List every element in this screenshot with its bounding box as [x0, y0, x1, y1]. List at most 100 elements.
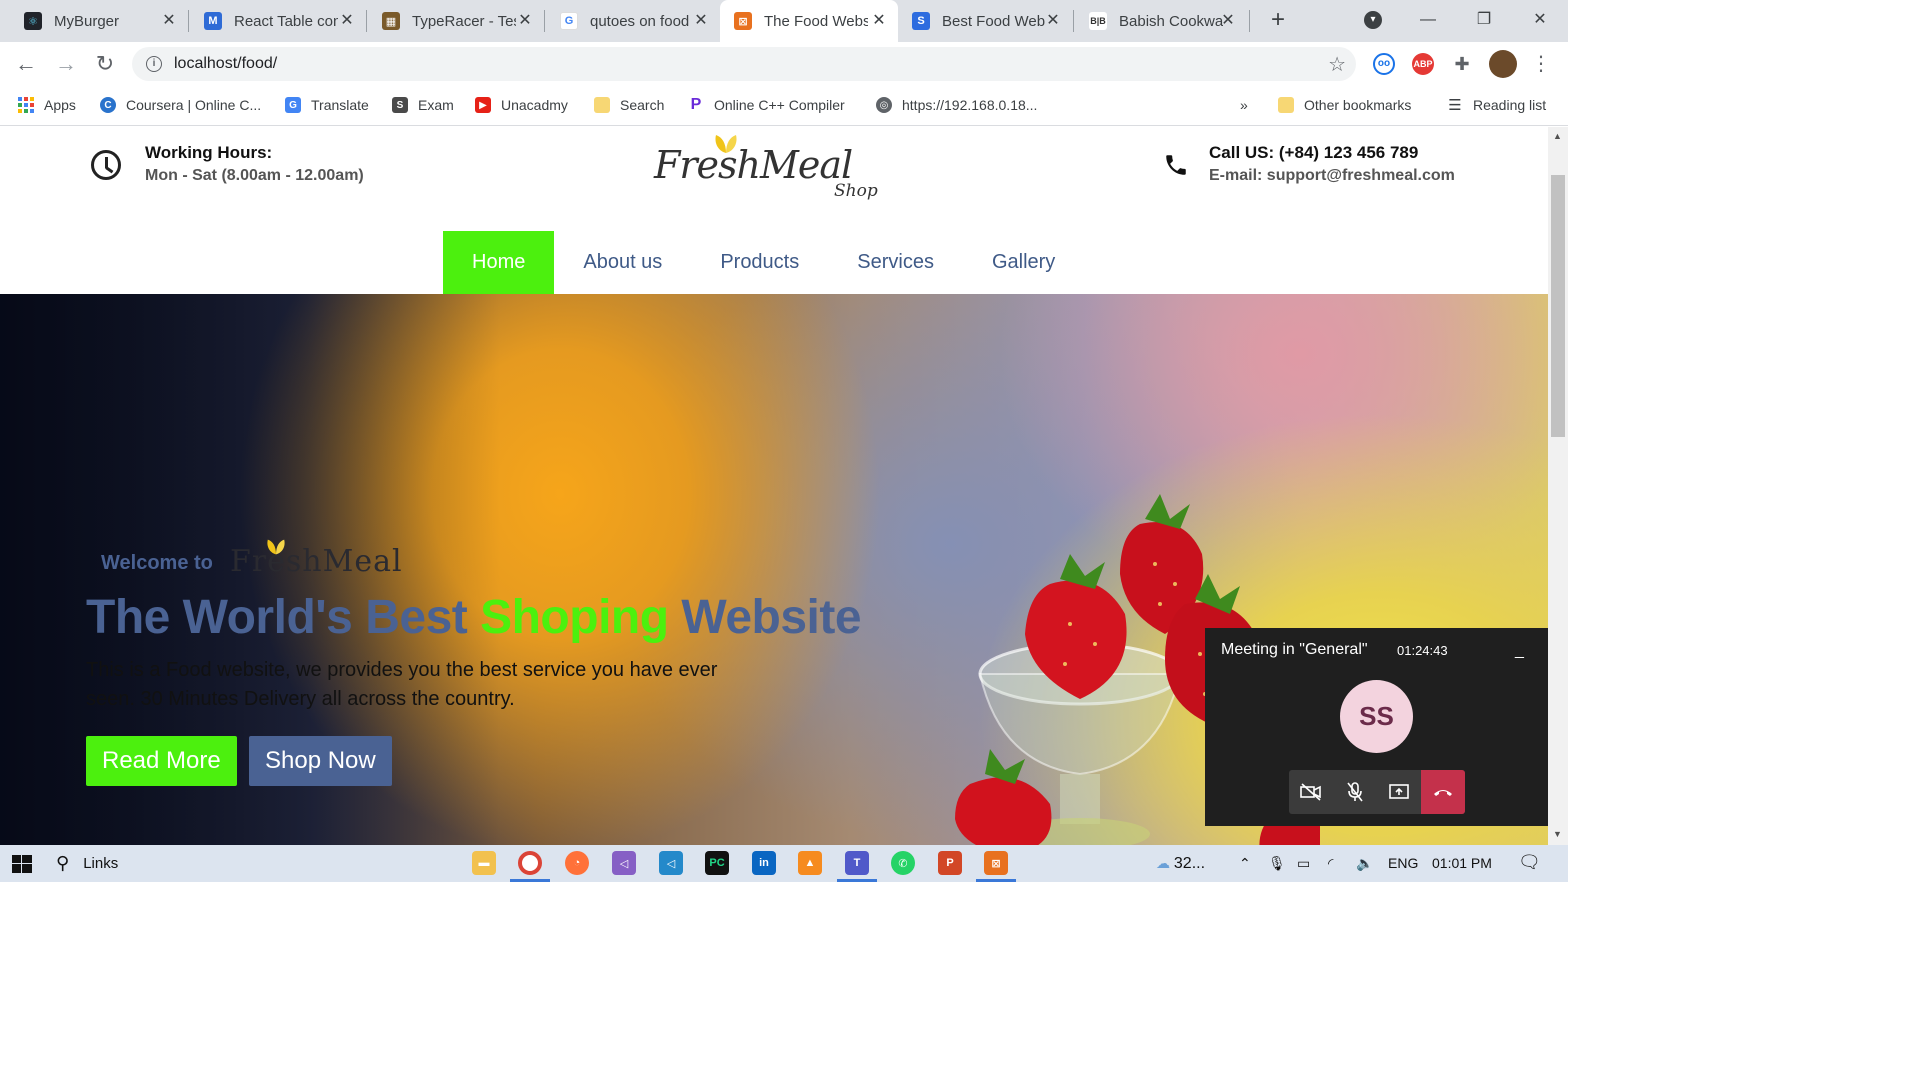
microphone-icon[interactable]: 🎙 — [1268, 855, 1286, 872]
extensions-puzzle-icon[interactable]: ✚ — [1451, 53, 1473, 75]
whatsapp-icon[interactable]: ✆ — [891, 851, 915, 875]
close-tab-icon[interactable]: ✕ — [1219, 12, 1237, 30]
xampp-taskbar-icon[interactable]: ⊠ — [984, 851, 1008, 875]
reading-list[interactable]: ☰ Reading list — [1447, 94, 1546, 116]
clock[interactable]: 01:01 PM — [1432, 855, 1492, 871]
bookmark-label: Apps — [44, 97, 76, 113]
page-scrollbar[interactable]: ▲ ▼ — [1548, 127, 1568, 845]
bookmarks-bar: Apps C Coursera | Online C... G Translat… — [0, 86, 1568, 126]
bookmark-ip[interactable]: ◎ https://192.168.0.18... — [876, 94, 1037, 116]
nav-about[interactable]: About us — [554, 231, 691, 294]
minimize-icon[interactable]: — — [1413, 8, 1443, 32]
main-nav: Home About us Products Services Gallery — [443, 231, 1084, 294]
forward-icon[interactable]: → — [52, 50, 80, 78]
windows-start-icon[interactable] — [12, 855, 32, 873]
tab-typeracer[interactable]: ▦ TypeRacer - Tes ✕ — [368, 0, 544, 42]
extension-glasses-icon[interactable]: oo — [1373, 53, 1395, 75]
bookmark-search[interactable]: Search — [594, 94, 664, 116]
meeting-window[interactable]: Meeting in "General" 01:24:43 _ SS — [1205, 628, 1548, 826]
nav-services[interactable]: Services — [828, 231, 963, 294]
bookmark-unacadmy[interactable]: ▶ Unacadmy — [475, 94, 568, 116]
bookmark-star-icon[interactable]: ☆ — [1328, 52, 1346, 77]
url-text[interactable]: localhost/food/ — [174, 55, 277, 73]
weather-icon: ☁ — [1156, 855, 1170, 871]
hero-headline: The World's Best Shoping Website — [86, 590, 862, 645]
battery-icon[interactable]: ▭ — [1297, 855, 1310, 872]
active-app-indicator — [976, 879, 1016, 882]
scroll-thumb[interactable] — [1551, 175, 1565, 437]
volume-icon[interactable]: 🔈 — [1356, 855, 1373, 872]
language-indicator[interactable]: ENG — [1388, 855, 1418, 871]
file-explorer-icon[interactable]: ▬ — [472, 851, 496, 875]
tab-search-icon[interactable]: ▾ — [1364, 11, 1382, 29]
scroll-down-icon[interactable]: ▼ — [1553, 829, 1562, 839]
firefox-icon[interactable]: ◔ — [565, 851, 589, 875]
scroll-up-icon[interactable]: ▲ — [1553, 131, 1562, 141]
powerpoint-icon[interactable]: P — [938, 851, 962, 875]
vscode-icon[interactable]: ◁ — [659, 851, 683, 875]
mic-off-icon[interactable] — [1333, 770, 1377, 814]
bookmark-label: Translate — [311, 97, 369, 113]
share-screen-icon[interactable] — [1377, 770, 1421, 814]
close-tab-icon[interactable]: ✕ — [1044, 12, 1062, 30]
bookmark-exam[interactable]: S Exam — [392, 94, 454, 116]
tab-food-website[interactable]: ⊠ The Food Webs ✕ — [720, 0, 898, 42]
tab-best-food[interactable]: S Best Food Web ✕ — [898, 0, 1072, 42]
exam-s-icon: S — [392, 97, 408, 113]
close-tab-icon[interactable]: ✕ — [160, 12, 178, 30]
site-logo[interactable]: FreshMeal Shop — [654, 133, 894, 203]
close-tab-icon[interactable]: ✕ — [692, 12, 710, 30]
bookmark-apps[interactable]: Apps — [18, 94, 76, 116]
translate-icon: G — [285, 97, 301, 113]
restore-icon[interactable]: ❐ — [1469, 8, 1499, 32]
bookmark-label: Exam — [418, 97, 454, 113]
bookmark-cpp-compiler[interactable]: P Online C++ Compiler — [688, 94, 845, 116]
weather-temp: 32... — [1173, 855, 1206, 872]
pycharm-icon[interactable]: PC — [705, 851, 729, 875]
bookmark-coursera[interactable]: C Coursera | Online C... — [100, 94, 261, 116]
bookmarks-overflow-icon[interactable]: » — [1240, 94, 1248, 116]
adblock-plus-icon[interactable]: ABP — [1412, 53, 1434, 75]
menu-icon[interactable]: ⋮ — [1527, 50, 1555, 78]
close-window-icon[interactable]: ✕ — [1525, 8, 1555, 32]
minimize-meeting-icon[interactable]: _ — [1515, 642, 1524, 660]
new-tab-icon[interactable]: + — [1266, 8, 1290, 32]
tab-title: MyBurger — [54, 12, 120, 30]
address-bar[interactable]: i localhost/food/ ☆ — [132, 47, 1356, 81]
end-call-icon[interactable] — [1421, 770, 1465, 814]
read-more-button[interactable]: Read More — [86, 736, 237, 786]
tab-react-table[interactable]: M React Table con ✕ — [190, 0, 366, 42]
tab-google-quotes[interactable]: G qutoes on food ✕ — [546, 0, 720, 42]
close-tab-icon[interactable]: ✕ — [516, 12, 534, 30]
camera-off-icon[interactable] — [1289, 770, 1333, 814]
tab-myburger[interactable]: ⚛ MyBurger ✕ — [10, 0, 188, 42]
visual-studio-icon[interactable]: ◁ — [612, 851, 636, 875]
nav-home[interactable]: Home — [443, 231, 555, 294]
tab-separator — [1249, 10, 1250, 32]
taskbar-search[interactable]: ⚲ Links — [56, 853, 118, 874]
close-tab-icon[interactable]: ✕ — [338, 12, 356, 30]
logo-subtitle: Shop — [834, 181, 878, 201]
teams-icon[interactable]: T — [845, 851, 869, 875]
chrome-icon[interactable] — [518, 851, 542, 875]
bookmark-translate[interactable]: G Translate — [285, 94, 369, 116]
working-hours-value: Mon - Sat (8.00am - 12.00am) — [145, 167, 364, 184]
notification-icon[interactable]: 🗨 — [1518, 852, 1541, 873]
profile-avatar[interactable] — [1489, 50, 1517, 78]
vlc-icon[interactable]: ▲ — [798, 851, 822, 875]
back-icon[interactable]: ← — [12, 50, 40, 78]
site-info-icon[interactable]: i — [146, 56, 162, 72]
bookmark-other[interactable]: Other bookmarks — [1278, 94, 1411, 116]
nav-gallery[interactable]: Gallery — [963, 231, 1084, 294]
tab-babish[interactable]: B|B Babish Cookwa ✕ — [1075, 0, 1247, 42]
nav-products[interactable]: Products — [691, 231, 828, 294]
headline-part: The World's Best — [86, 591, 481, 644]
shop-now-button[interactable]: Shop Now — [249, 736, 392, 786]
close-tab-icon[interactable]: ✕ — [870, 12, 888, 30]
reload-icon[interactable]: ↻ — [91, 50, 119, 78]
weather-widget[interactable]: ☁ 32... — [1156, 855, 1205, 873]
show-hidden-icons-icon[interactable]: ⌃ — [1239, 855, 1251, 872]
linkedin-icon[interactable]: in — [752, 851, 776, 875]
wifi-icon[interactable]: ◜ — [1328, 855, 1333, 872]
s-icon: S — [912, 12, 930, 30]
